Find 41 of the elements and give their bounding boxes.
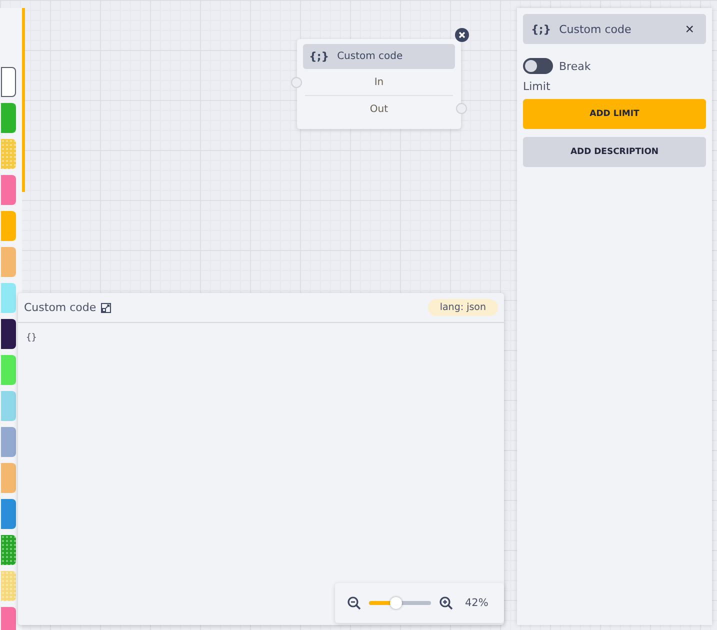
color-swatch[interactable] xyxy=(1,391,16,421)
scrollbar-thumb[interactable] xyxy=(22,8,25,192)
node-card[interactable]: {;} Custom code In Out xyxy=(297,39,461,129)
color-swatch[interactable] xyxy=(1,103,16,133)
color-swatch[interactable] xyxy=(1,571,16,601)
color-swatch[interactable] xyxy=(1,139,16,169)
port-label: Out xyxy=(370,104,388,114)
color-swatch[interactable] xyxy=(1,463,16,493)
add-description-button[interactable]: ADD DESCRIPTION xyxy=(523,137,706,167)
color-swatch[interactable] xyxy=(1,499,16,529)
toggle-label: Break xyxy=(559,60,591,72)
code-text[interactable]: {} xyxy=(18,323,504,353)
color-swatch[interactable] xyxy=(1,211,16,241)
limit-label: Limit xyxy=(523,80,552,93)
color-swatch[interactable] xyxy=(1,283,16,313)
inspector-title: Custom code xyxy=(559,22,632,36)
color-swatch[interactable] xyxy=(1,247,16,277)
color-swatch[interactable] xyxy=(1,355,16,385)
color-swatch[interactable] xyxy=(1,535,16,565)
input-port[interactable] xyxy=(291,77,302,88)
expand-icon[interactable] xyxy=(101,302,112,312)
slider-thumb[interactable] xyxy=(390,597,402,609)
break-toggle[interactable] xyxy=(523,58,553,74)
output-port[interactable] xyxy=(456,103,467,114)
editor-title: Custom code xyxy=(24,301,96,314)
color-swatch[interactable] xyxy=(1,175,16,205)
add-limit-button[interactable]: ADD LIMIT xyxy=(523,99,706,129)
color-swatch[interactable] xyxy=(1,67,16,97)
zoom-out-icon[interactable] xyxy=(347,596,361,610)
close-icon[interactable] xyxy=(455,28,469,42)
close-button[interactable]: × xyxy=(681,20,698,38)
language-badge: lang: json xyxy=(428,299,498,316)
zoom-in-icon[interactable] xyxy=(439,596,453,610)
zoom-reading: 42% xyxy=(465,597,488,609)
port-label: In xyxy=(374,76,384,88)
color-swatch[interactable] xyxy=(1,319,16,349)
color-swatch[interactable] xyxy=(1,427,16,457)
color-swatch[interactable] xyxy=(1,607,16,630)
node-icon-label: {;} xyxy=(531,22,552,36)
node-icon-label: {;} xyxy=(309,50,330,63)
node-title: Custom code xyxy=(337,51,403,62)
